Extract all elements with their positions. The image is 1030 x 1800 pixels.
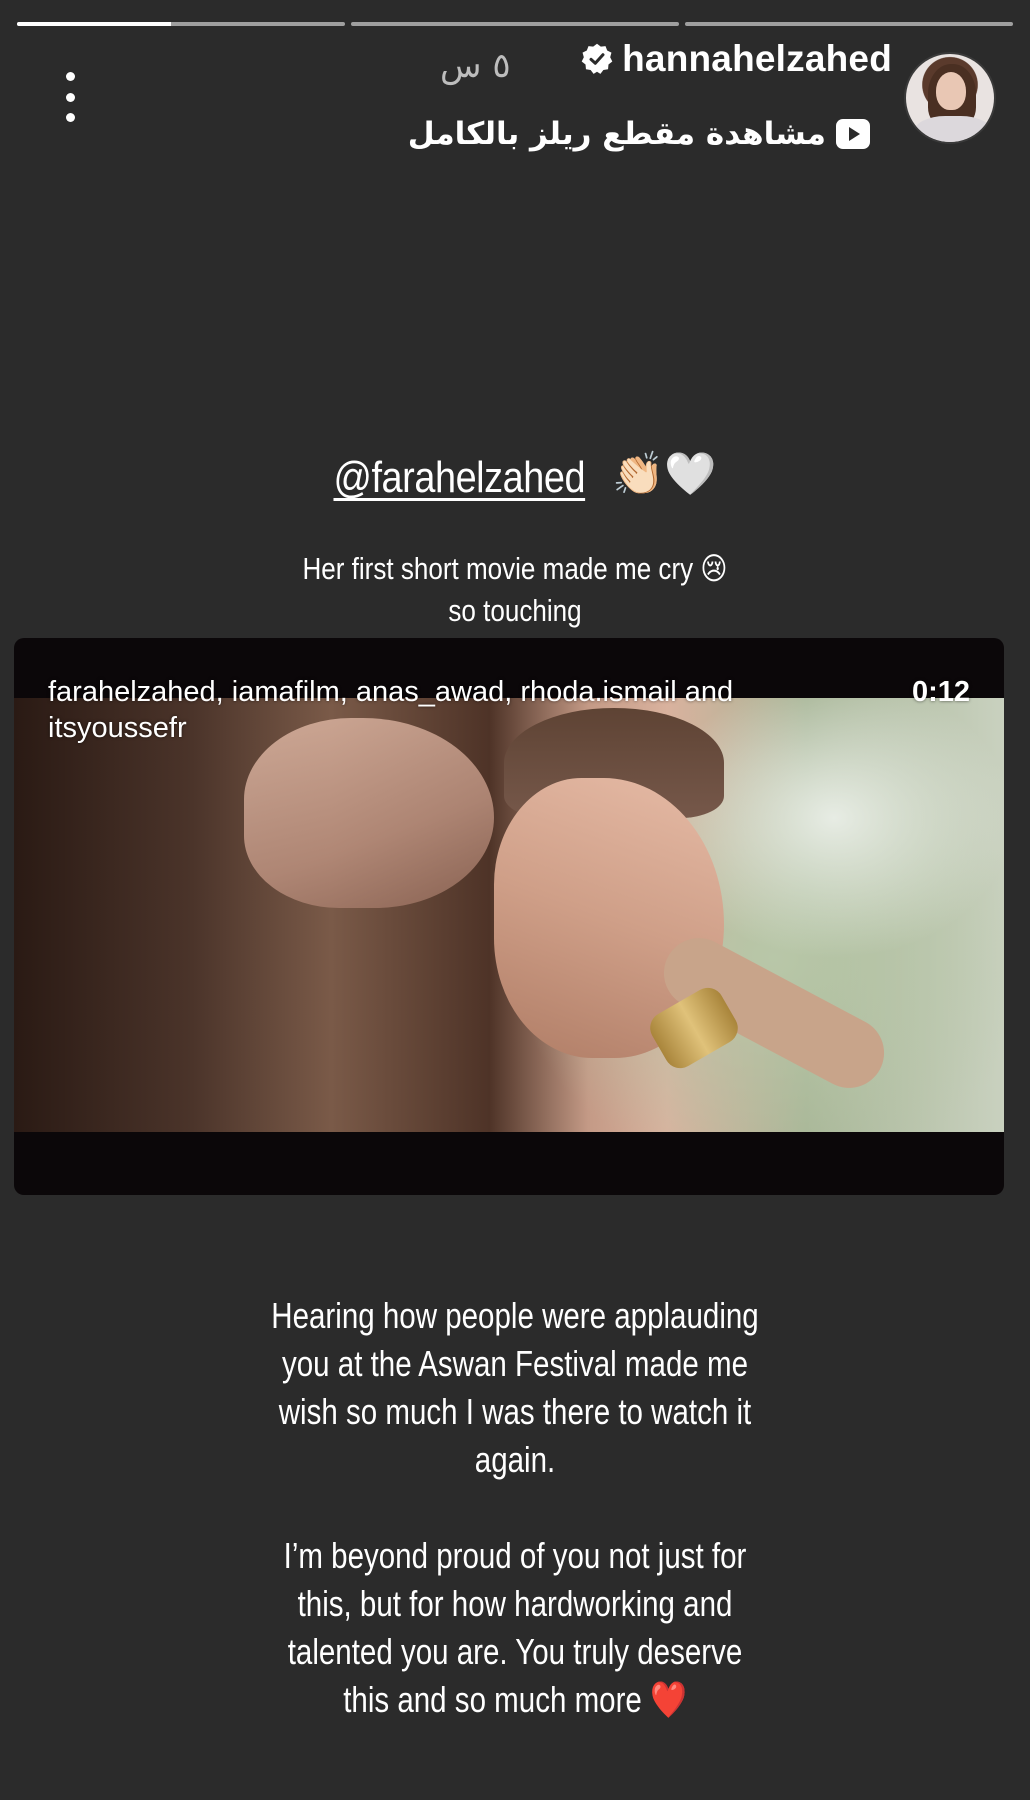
caption: Her first short movie made me cry 😢 so t…	[0, 548, 1030, 632]
progress-segment	[351, 22, 679, 26]
play-icon	[836, 119, 870, 149]
story-text: Hearing how people were applauding you a…	[0, 1292, 1030, 1724]
username-row[interactable]: hannahelzahed	[580, 38, 892, 80]
reel-duration: 0:12	[911, 676, 970, 708]
story-text-line: this, but for how hardworking and	[297, 1583, 733, 1624]
reel-tags-line: farahelzahed, iamafilm, anas_awad, rhoda…	[48, 676, 734, 708]
reel-tags-line: itsyoussefr	[48, 712, 187, 744]
story-text-line: wish so much I was there to watch it	[278, 1391, 752, 1432]
watch-full-reel-label: مشاهدة مقطع ريلز بالكامل	[407, 116, 826, 152]
story-text-line: this and so much more ❤️	[343, 1679, 687, 1720]
progress-segment	[17, 22, 345, 26]
verified-badge-icon	[581, 43, 613, 74]
story-progress-bar	[17, 22, 1013, 26]
username[interactable]: hannahelzahed	[622, 38, 892, 80]
story-text-line: again.	[474, 1439, 556, 1480]
reel-thumbnail-hand	[244, 718, 494, 908]
mention-link[interactable]: @farahelzahed	[334, 453, 586, 503]
story-text-line: talented you are. You truly deserve	[287, 1631, 743, 1672]
more-dot	[65, 113, 75, 122]
avatar-body	[914, 116, 992, 142]
caption-line: Her first short movie made me cry 😢	[302, 551, 728, 586]
progress-segment	[685, 22, 1013, 26]
more-options-button[interactable]	[58, 72, 82, 122]
more-dot	[65, 72, 75, 81]
avatar-face	[936, 72, 966, 110]
timestamp: ٥ س	[440, 46, 511, 86]
story-text-line: you at the Aswan Festival made me	[281, 1343, 748, 1384]
more-dot	[65, 92, 75, 102]
reel-thumbnail	[14, 698, 1004, 1132]
story-text-line: I’m beyond proud of you not just for	[283, 1535, 747, 1576]
story-text-line: Hearing how people were applauding	[271, 1295, 759, 1336]
mention-row: @farahelzahed 👏🏻🤍	[0, 450, 1030, 503]
mention-emoji: 👏🏻🤍	[612, 450, 717, 497]
reel-tagged-users: farahelzahed, iamafilm, anas_awad, rhoda…	[48, 674, 848, 746]
caption-line: so touching	[448, 593, 582, 628]
avatar[interactable]	[904, 52, 996, 144]
progress-fill	[17, 22, 172, 26]
watch-full-reel-link[interactable]: مشاهدة مقطع ريلز بالكامل	[408, 116, 870, 152]
reel-preview-card[interactable]: farahelzahed, iamafilm, anas_awad, rhoda…	[14, 638, 1004, 1195]
